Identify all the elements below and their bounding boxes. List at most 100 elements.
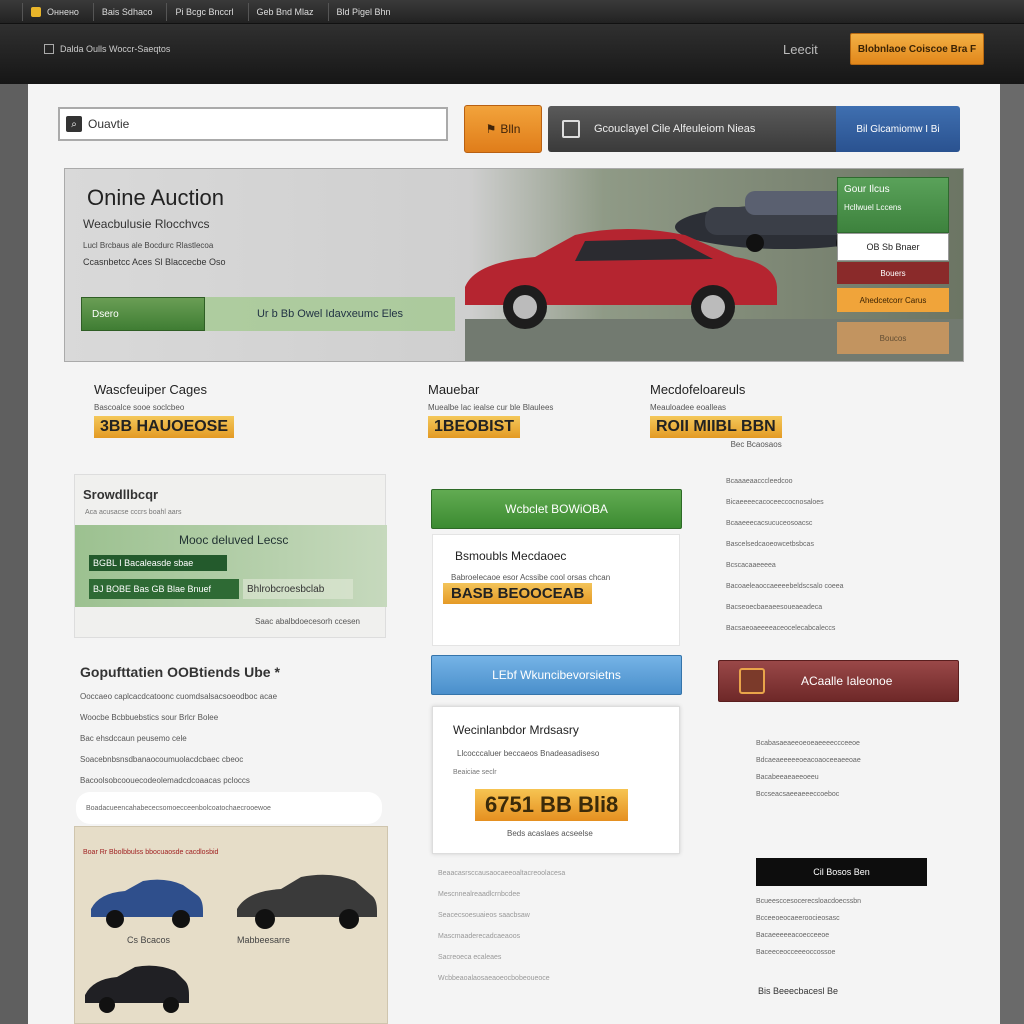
car-caption: Cs Bcacos xyxy=(127,935,171,945)
price-value: 6751 BB Bli8 xyxy=(475,789,629,821)
tag-icon: ⚑ xyxy=(485,122,497,136)
right-text-list: Bcabasaeaeeoeoeaeeeeccceeoe Bdcaeaeeeeeo… xyxy=(756,740,956,808)
text-line: Bacoaeleaoccaeeeebeldscsalo coeea xyxy=(726,583,844,590)
text-line: Soacebnbsnsdbanaocoumuolacdcbaec cbeoc xyxy=(80,755,244,764)
text-line: Bcaaaeaacccleedcoo xyxy=(726,478,793,485)
promo-tag: Bhlrobcroesbclab xyxy=(243,579,353,599)
text-line: Baceeceocceeeoccossoe xyxy=(756,949,836,956)
promo-title: Mooc deluved Lecsc xyxy=(179,533,289,547)
price-card-subtitle: Llcocccaluer beccaeos Bnadeasadiseso xyxy=(457,749,600,758)
hero-side-panel: Gour Ilcus Hcllwuel Lccens OB Sb Bnaer B… xyxy=(837,177,949,359)
main-nav: Gcouclayel Cile Alfeuleiom Nieas Bil Glc… xyxy=(548,106,960,152)
stat-sub: Bascoalce sooe soclcbeo xyxy=(94,403,185,412)
text-line: Woocbe Bcbbuebstics sour Brlcr Bolee xyxy=(80,713,219,722)
red-car-image xyxy=(465,229,777,329)
info-button[interactable]: LEbf Wkuncibevorsietns xyxy=(431,655,682,695)
text-line: Bcueesccesocerecsloacdoecssbn xyxy=(756,898,862,905)
header-link[interactable]: Leecit xyxy=(783,42,818,57)
tab-label: Bld Pigel Bhn xyxy=(336,6,391,17)
stat-block: Wascfeuiper Cages Bascoalce sooe soclcbe… xyxy=(94,382,235,438)
text-line: Bacaeeeeeacoecceeoe xyxy=(756,932,830,939)
stat-title: Mauebar xyxy=(428,382,480,397)
breadcrumb[interactable]: Dalda Oulls Woccr-Saeqtos xyxy=(44,44,170,54)
browser-tab[interactable]: Оннено xyxy=(22,2,87,21)
price-card-note: Beaiciae seclr xyxy=(453,769,497,776)
left-gutter xyxy=(0,84,28,1024)
go-button[interactable]: ⚑ Blln xyxy=(464,105,542,153)
bid-card-title: Bsmoubls Mecdaoec xyxy=(455,549,567,563)
stat-title: Mecdofeloareuls xyxy=(650,382,746,397)
car-thumbnail[interactable] xyxy=(81,961,191,1017)
breadcrumb-text: Dalda Oulls Woccr-Saeqtos xyxy=(60,44,171,54)
text-line: Seacecsoesuaieos saacbsaw xyxy=(438,912,530,919)
browser-tab[interactable]: Pi Bcgc Bnccrl xyxy=(166,2,241,21)
bid-card-subtitle: Babroelecaoe esor Acssibe cool orsas chc… xyxy=(451,573,611,582)
browser-tab[interactable]: Bld Pigel Bhn xyxy=(327,2,399,21)
hero-tagline: Ur b Bb Owel Idavxeumc Eles xyxy=(205,297,455,331)
panel-red-button[interactable]: Bouers xyxy=(837,262,949,284)
panel-orange-button[interactable]: Ahedcetcorr Carus xyxy=(837,288,949,312)
text-line: Beaacasrsccausaocaeeoaltacreoolacesa xyxy=(438,870,566,877)
info-bar[interactable]: Boadacueencahabececsomoecceenbolcoatocha… xyxy=(76,792,382,824)
bid-value: BASB BEOOCEAB xyxy=(443,583,593,604)
text-line: Bacabeeaeaeeoeeu xyxy=(756,774,819,781)
text-line: Wcbbeaoalaosaeaoeocbobeoueoce xyxy=(438,975,550,982)
home-icon xyxy=(44,44,54,54)
text-line: Bcscacaaeeeea xyxy=(726,562,776,569)
text-line: Bcaaeeecacsucuceosoacsc xyxy=(726,520,813,527)
card-title: Srowdllbcqr xyxy=(83,487,159,502)
right-text-list: Bcueesccesocerecsloacdoecssbn Bcceeoeoca… xyxy=(756,898,956,966)
hero-subtitle: Weacbulusie Rlocchvcs xyxy=(83,217,210,231)
watch-button[interactable]: Wcbclet BOWiOBA xyxy=(431,489,682,529)
price-card: Wecinlanbdor Mrdsasry Llcocccaluer becca… xyxy=(432,706,680,854)
promo-box: Mooc deluved Lecsc BGBL I Bacaleasde sba… xyxy=(75,525,387,607)
text-line: Bccseacsaeeaeeeccoeboc xyxy=(756,791,840,798)
text-line: Bdcaeaeeeeeoeacoaoceeaeeoae xyxy=(756,757,861,764)
nav-item-account[interactable]: Bil Glcamiomw I Bi xyxy=(836,106,960,152)
stat-value: 3BB HAUOEOSE xyxy=(94,416,235,438)
stat-sub: Muealbe lac iealse cur ble Blaulees xyxy=(428,403,554,412)
hero-line: Ccasnbetcc Aces Sl Blaccecbe Oso xyxy=(83,257,226,267)
card-footer[interactable]: Saac abalbdoecesorh ccesen xyxy=(255,617,360,626)
calendar-icon xyxy=(562,120,580,138)
card-subtitle: Aca acusacse cccrs boahl aars xyxy=(85,509,182,516)
hero-line: Lucl Brcbaus ale Bocdurc Rlastlecoa xyxy=(83,241,214,250)
promo-row[interactable]: BJ BOBE Bas GB Blae Bnuef xyxy=(89,579,239,599)
car-thumbnail[interactable] xyxy=(85,873,205,933)
nav-item-auctions[interactable]: Gcouclayel Cile Alfeuleiom Nieas xyxy=(548,106,836,152)
panel-input[interactable]: OB Sb Bnaer xyxy=(837,233,949,261)
tab-label: Bais Sdhaco xyxy=(101,6,153,17)
panel-subtitle: Hcllwuel Lccens xyxy=(844,203,902,212)
black-button[interactable]: Cil Bosos Ben xyxy=(756,858,927,886)
text-line: Bacsaeoaeeeeaceocelecabcaleccs xyxy=(726,625,836,632)
search-value: Ouavtie xyxy=(88,117,130,131)
tab-label: Pi Bcgc Bnccrl xyxy=(175,6,234,17)
hero-button[interactable]: Dsero xyxy=(81,297,205,331)
search-input[interactable]: ⌕ Ouavtie xyxy=(58,107,448,141)
stat-value: ROII MIIBL BBN xyxy=(650,416,782,438)
hero-banner: Onine Auction Weacbulusie Rlocchvcs Lucl… xyxy=(64,168,964,362)
calendar-button[interactable]: ACaalle Ialeonoe xyxy=(718,660,959,702)
right-text-list: Bcaaaeaacccleedcoo Bicaeeeecacoceeccocno… xyxy=(726,478,962,646)
panel-header[interactable]: Gour Ilcus Hcllwuel Lccens xyxy=(837,177,949,233)
calendar-icon xyxy=(739,668,765,694)
site-header: Dalda Oulls Woccr-Saeqtos Leecit Blobnla… xyxy=(0,24,1024,84)
text-line: Mescnnealreaadlcrnbcdee xyxy=(438,891,521,898)
car-thumbnail[interactable] xyxy=(231,869,381,935)
tab-label: Оннено xyxy=(47,6,79,17)
text-line: Mascmaaderecadcaeaoos xyxy=(438,933,521,940)
section-title: Gopufttatien OOBtiends Ube * xyxy=(80,664,280,680)
text-line: Bcceeoeocaeeroocieosasc xyxy=(756,915,840,922)
car-gallery: Boar Rr Bbolbbulss bbocuaosde cacdlosbid… xyxy=(74,826,388,1024)
browser-tab[interactable]: Geb Bnd Mlaz xyxy=(247,2,322,21)
stat-value: 1BEOBIST xyxy=(428,416,521,438)
stat-foot: Bec Bcaosaos xyxy=(730,440,782,449)
featured-card: Srowdllbcqr Aca acusacse cccrs boahl aar… xyxy=(74,474,387,638)
promo-row[interactable]: BGBL I Bacaleasde sbae xyxy=(89,555,227,571)
bid-card: Bsmoubls Mecdaoec Babroelecaoe esor Acss… xyxy=(432,534,680,646)
panel-faded-button[interactable]: Boucos xyxy=(837,322,949,354)
hero-title: Onine Auction xyxy=(87,185,224,210)
header-cta-button[interactable]: Blobnlaoe Coiscoe Bra F xyxy=(850,33,984,65)
browser-tab[interactable]: Bais Sdhaco xyxy=(92,2,161,21)
nav-main-label: Gcouclayel Cile Alfeuleiom Nieas xyxy=(594,123,756,135)
